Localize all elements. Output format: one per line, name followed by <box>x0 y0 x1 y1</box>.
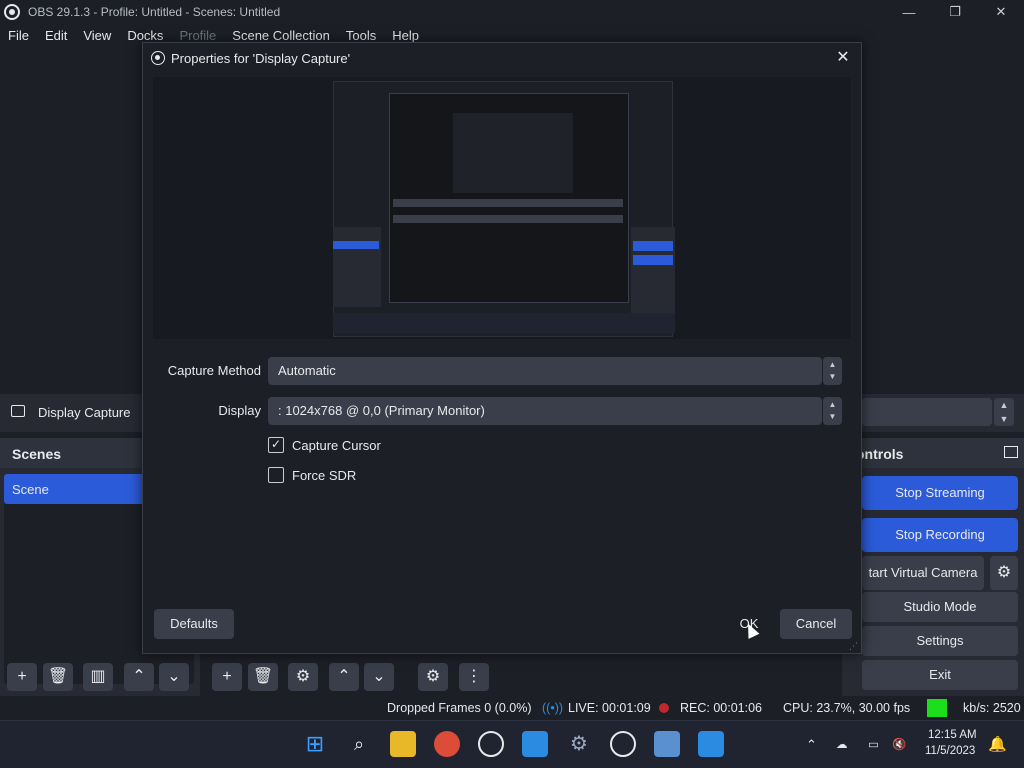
minimize-button[interactable]: — <box>886 0 932 24</box>
maximize-button[interactable]: ❐ <box>932 0 978 24</box>
menu-help[interactable]: Help <box>384 28 427 43</box>
preview-select-1 <box>393 199 623 207</box>
preview-stop-stream <box>633 241 673 251</box>
virtual-camera-button[interactable]: tart Virtual Camera <box>862 556 984 590</box>
display-chevron-icon[interactable]: ▲ ▼ <box>822 397 842 425</box>
capture-method-label: Capture Method <box>167 363 261 378</box>
menu-tools[interactable]: Tools <box>338 28 384 43</box>
source-properties-icon[interactable]: ⚙ <box>288 663 318 691</box>
stop-recording-button[interactable]: Stop Recording <box>862 518 1018 552</box>
preview-scenes <box>333 227 381 307</box>
add-source-icon[interactable]: + <box>212 663 242 691</box>
settings-button[interactable]: Settings <box>862 626 1018 656</box>
window-controls: — ❐ ✕ <box>886 0 1024 24</box>
capture-cursor-label: Capture Cursor <box>292 438 381 453</box>
preview-select-2 <box>393 215 623 223</box>
display-label: Display <box>218 403 261 418</box>
force-sdr-label: Force SDR <box>292 468 357 483</box>
menu-profile[interactable]: Profile <box>171 28 224 43</box>
capture-preview <box>153 77 851 339</box>
remove-source-icon[interactable]: 🗑 <box>248 663 278 691</box>
onedrive-icon[interactable]: ☁ <box>836 737 848 751</box>
windows-taskbar: ⊞ ⌕ ⚙ ⌃ ☁ ▭ 🔇 12:15 AM 11/5/2023 🔔 <box>0 720 1024 768</box>
obs-logo-icon <box>151 51 165 65</box>
display-icon <box>11 405 25 417</box>
preview-taskbar <box>333 313 675 333</box>
move-source-down-icon[interactable]: ⌄ <box>364 663 394 691</box>
properties-dialog: Properties for 'Display Capture' ✕ Captu… <box>142 42 862 654</box>
remote-desktop-icon[interactable] <box>522 731 548 757</box>
mixer-settings-icon[interactable]: ⚙ <box>418 663 448 691</box>
live-broadcast-icon: ((•)) <box>542 701 564 715</box>
dropped-frames: Dropped Frames 0 (0.0%) <box>387 701 532 715</box>
notepad-icon[interactable] <box>698 731 724 757</box>
settings-app-icon[interactable]: ⚙ <box>566 731 592 757</box>
close-button[interactable]: ✕ <box>978 0 1024 24</box>
search-icon[interactable]: ⌕ <box>346 731 372 757</box>
obs-logo-icon <box>4 4 20 20</box>
preview-scene-item <box>333 241 379 249</box>
title-bar: OBS 29.1.3 - Profile: Untitled - Scenes:… <box>0 0 1024 24</box>
file-explorer-icon[interactable] <box>390 731 416 757</box>
scene-filters-icon[interactable]: ▥ <box>83 663 113 691</box>
live-time: LIVE: 00:01:09 <box>568 701 651 715</box>
resize-grip-icon[interactable]: ⋰ <box>849 641 859 651</box>
capture-method-chevron-icon[interactable]: ▲ ▼ <box>822 357 842 385</box>
display-select[interactable]: : 1024x768 @ 0,0 (Primary Monitor) <box>268 397 822 425</box>
photos-icon[interactable] <box>654 731 680 757</box>
bitrate: kb/s: 2520 <box>963 701 1021 715</box>
move-scene-down-icon[interactable]: ⌄ <box>159 663 189 691</box>
notification-bell-icon[interactable]: 🔔 <box>988 735 1007 753</box>
gear-icon[interactable]: ⚙ <box>990 556 1018 590</box>
taskbar-time[interactable]: 12:15 AM <box>928 729 977 741</box>
capture-method-select[interactable]: Automatic <box>268 357 822 385</box>
source-name: Display Capture <box>38 405 131 420</box>
exit-button[interactable]: Exit <box>862 660 1018 690</box>
window-title: OBS 29.1.3 - Profile: Untitled - Scenes:… <box>28 5 281 19</box>
windows-start-icon[interactable]: ⊞ <box>302 731 328 757</box>
volume-muted-icon[interactable]: 🔇 <box>892 737 906 751</box>
undock-icon[interactable] <box>1004 446 1018 458</box>
stream-health-indicator <box>927 699 947 717</box>
dialog-close-icon[interactable]: ✕ <box>831 46 855 70</box>
studio-mode-button[interactable]: Studio Mode <box>862 592 1018 622</box>
dialog-title-bar: Properties for 'Display Capture' <box>143 43 861 73</box>
capture-cursor-checkbox[interactable]: ✓ <box>268 437 284 453</box>
menu-docks[interactable]: Docks <box>119 28 171 43</box>
more-options-icon[interactable]: ⋮ <box>459 663 489 691</box>
rec-dot-icon <box>659 703 669 713</box>
stop-streaming-button[interactable]: Stop Streaming <box>862 476 1018 510</box>
menu-scene-collection[interactable]: Scene Collection <box>224 28 338 43</box>
chrome-icon[interactable] <box>434 731 460 757</box>
controls-dock: ontrols Stop Streaming Stop Recording ta… <box>842 438 1024 696</box>
status-bar: Dropped Frames 0 (0.0%) ((•)) LIVE: 00:0… <box>0 696 1024 720</box>
preview-stop-rec <box>633 255 673 265</box>
dialog-title: Properties for 'Display Capture' <box>171 50 351 66</box>
cancel-button[interactable]: Cancel <box>780 609 852 639</box>
move-scene-up-icon[interactable]: ⌃ <box>124 663 154 691</box>
source-spin-icon[interactable]: ▲ ▼ <box>994 398 1014 426</box>
remove-scene-icon[interactable]: 🗑 <box>43 663 73 691</box>
menu-edit[interactable]: Edit <box>37 28 75 43</box>
menu-view[interactable]: View <box>75 28 119 43</box>
obs-taskbar-icon[interactable] <box>610 731 636 757</box>
network-icon[interactable]: ▭ <box>868 737 879 751</box>
defaults-button[interactable]: Defaults <box>154 609 234 639</box>
cpu-usage: CPU: 23.7%, 30.00 fps <box>783 701 911 715</box>
preview-inner <box>453 113 573 193</box>
move-source-up-icon[interactable]: ⌃ <box>329 663 359 691</box>
menu-file[interactable]: File <box>0 28 37 43</box>
tray-chevron-icon[interactable]: ⌃ <box>806 737 817 753</box>
rec-time: REC: 00:01:06 <box>680 701 762 715</box>
force-sdr-checkbox[interactable] <box>268 467 284 483</box>
record-app-icon[interactable] <box>478 731 504 757</box>
controls-title: ontrols <box>842 438 1024 468</box>
source-select[interactable] <box>862 398 992 426</box>
taskbar-date[interactable]: 11/5/2023 <box>925 745 975 757</box>
add-scene-icon[interactable]: + <box>7 663 37 691</box>
